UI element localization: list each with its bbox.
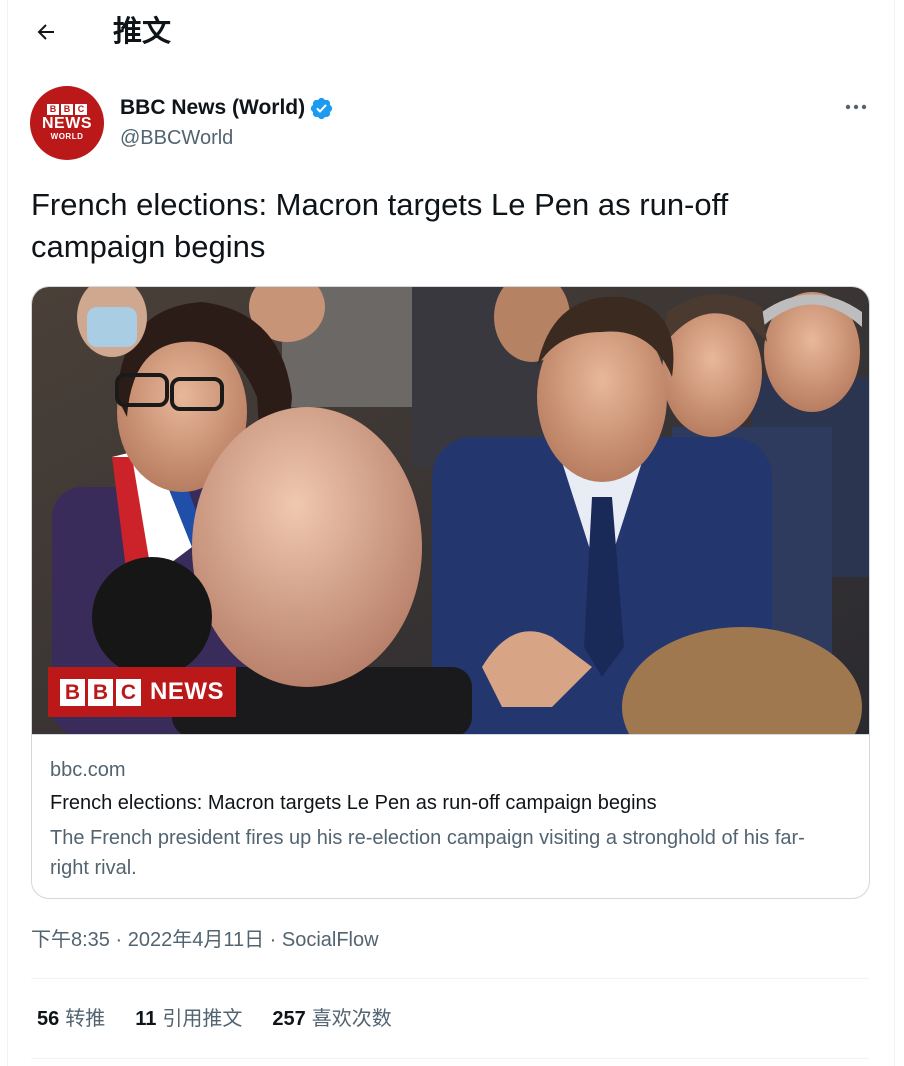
author-name[interactable]: BBC News (World): [120, 94, 305, 122]
arrow-left-icon: [37, 24, 54, 40]
stat-count: 11: [135, 1008, 157, 1030]
page-header: 推文: [0, 0, 904, 62]
more-dots-icon: [845, 104, 867, 110]
page-title: 推文: [113, 14, 172, 48]
author-handle[interactable]: @BBCWorld: [120, 124, 233, 152]
avatar-world-text: WORLD: [50, 131, 84, 141]
bbc-block: C: [116, 678, 141, 706]
stat-label: 转推: [65, 1008, 106, 1030]
stat-likes[interactable]: 257 喜欢次数: [272, 1004, 391, 1034]
bbc-news-word: NEWS: [150, 678, 224, 705]
divider: [31, 1058, 869, 1059]
stat-label: 引用推文: [162, 1008, 243, 1030]
stat-label: 喜欢次数: [311, 1008, 392, 1030]
stat-count: 56: [37, 1008, 60, 1030]
avatar-bbc-blocks: B B C: [47, 103, 87, 115]
divider: [31, 978, 869, 979]
stat-count: 257: [272, 1008, 306, 1030]
avatar-news-text: NEWS: [42, 114, 92, 132]
avatar-block: C: [75, 103, 87, 115]
avatar-block: B: [61, 103, 73, 115]
tweet-text: French elections: Macron targets Le Pen …: [31, 187, 729, 264]
card-image[interactable]: B B C NEWS: [32, 287, 869, 734]
card-description: The French president fires up his re-ele…: [50, 827, 805, 879]
card-title: French elections: Macron targets Le Pen …: [50, 792, 657, 814]
bbc-block: B: [88, 678, 113, 706]
link-card[interactable]: B B C NEWS bbc.com French elections: Mac…: [31, 286, 870, 899]
tweet-meta: 下午8:35 · 2022年4月11日 · SocialFlow: [31, 926, 379, 954]
avatar-block: B: [47, 103, 59, 115]
author-name-row: BBC News (World): [120, 94, 334, 122]
tweet-source[interactable]: SocialFlow: [282, 926, 379, 954]
tweet-timestamp[interactable]: 下午8:35 · 2022年4月11日: [31, 926, 264, 954]
bbc-block: B: [60, 678, 85, 706]
card-body[interactable]: bbc.com French elections: Macron targets…: [32, 734, 869, 898]
more-options-button[interactable]: [838, 92, 874, 122]
verified-badge-icon: [310, 97, 333, 119]
stat-retweets[interactable]: 56 转推: [37, 1004, 105, 1034]
back-button[interactable]: [26, 12, 66, 52]
tweet-stats: 56 转推 11 引用推文 257 喜欢次数: [37, 1004, 392, 1034]
meta-separator: ·: [264, 929, 282, 951]
avatar[interactable]: B B C NEWS WORLD: [30, 86, 104, 160]
card-domain: bbc.com: [50, 759, 126, 781]
bbc-news-badge: B B C NEWS: [48, 667, 236, 717]
stat-quote-tweets[interactable]: 11 引用推文: [135, 1004, 242, 1034]
